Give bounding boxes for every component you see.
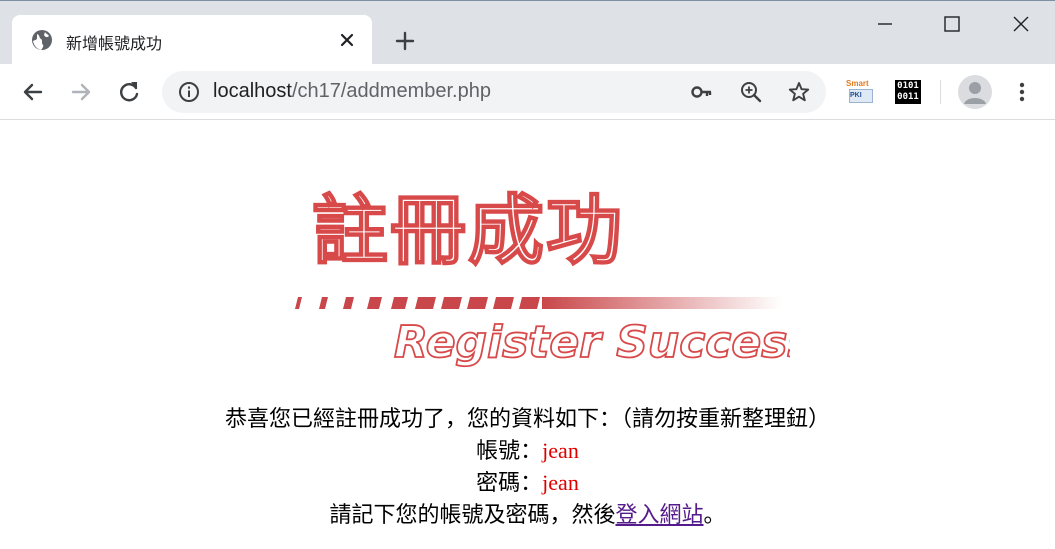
password-label: 密碼： — [476, 470, 543, 495]
tab-title: 新增帳號成功 — [66, 34, 163, 53]
binary-line-2: 0011 — [897, 92, 919, 102]
password-line: 密碼：jean — [0, 467, 1055, 499]
page-content: 註冊成功 Register Success 恭喜您已經註冊成功了，您的資料如下：… — [0, 121, 1055, 549]
url-host: localhost — [213, 80, 292, 102]
key-icon[interactable] — [690, 80, 714, 104]
banner-subtitle: Register Success — [394, 317, 790, 368]
minimize-icon[interactable] — [870, 11, 900, 37]
forward-arrow-icon[interactable] — [67, 78, 95, 106]
banner-fade-bar — [542, 297, 782, 309]
account-line: 帳號：jean — [0, 435, 1055, 467]
register-success-banner: 註冊成功 Register Success — [295, 185, 790, 369]
binary-extension-icon[interactable]: 0101 0011 — [895, 80, 921, 104]
toolbar-divider — [940, 80, 941, 104]
info-icon[interactable] — [178, 81, 200, 103]
url-text[interactable]: localhost/ch17/addmember.php — [213, 80, 491, 103]
smart-label: Smart — [846, 79, 869, 88]
close-tab-icon[interactable] — [338, 31, 356, 49]
login-link[interactable]: 登入網站 — [615, 502, 703, 527]
banner-stripes — [295, 297, 540, 309]
smartpki-extension-icon[interactable]: Smart PKI — [846, 79, 873, 105]
tab-strip: 新增帳號成功 — [0, 0, 1055, 65]
person-icon — [958, 75, 992, 109]
closing-prefix: 請記下您的帳號及密碼，然後 — [329, 502, 616, 527]
password-value: jean — [542, 470, 579, 495]
maximize-icon[interactable] — [937, 11, 967, 37]
bookmark-star-icon[interactable] — [787, 80, 811, 104]
binary-line-1: 0101 — [897, 81, 919, 91]
profile-avatar[interactable] — [958, 75, 992, 109]
active-tab[interactable]: 新增帳號成功 — [12, 15, 372, 65]
back-arrow-icon[interactable] — [19, 78, 47, 106]
kebab-menu-icon[interactable] — [1012, 80, 1032, 104]
globe-icon — [32, 30, 52, 50]
closing-line: 請記下您的帳號及密碼，然後登入網站。 — [0, 499, 1055, 531]
pki-label: PKI — [849, 89, 873, 103]
new-tab-icon[interactable] — [393, 29, 417, 53]
account-value: jean — [542, 438, 579, 463]
account-label: 帳號： — [476, 438, 543, 463]
address-bar[interactable]: localhost/ch17/addmember.php — [162, 71, 826, 113]
zoom-icon[interactable] — [739, 80, 763, 104]
reload-icon[interactable] — [115, 78, 143, 106]
message-block: 恭喜您已經註冊成功了，您的資料如下：（請勿按重新整理鈕） 帳號：jean 密碼：… — [0, 403, 1055, 531]
closing-suffix: 。 — [703, 502, 726, 527]
browser-toolbar: localhost/ch17/addmember.php Smart PKI 0… — [0, 64, 1055, 120]
intro-text: 恭喜您已經註冊成功了，您的資料如下：（請勿按重新整理鈕） — [224, 406, 830, 431]
url-path: /ch17/addmember.php — [291, 80, 491, 102]
window-close-icon[interactable] — [1006, 11, 1036, 37]
banner-title: 註冊成功 — [312, 186, 624, 275]
